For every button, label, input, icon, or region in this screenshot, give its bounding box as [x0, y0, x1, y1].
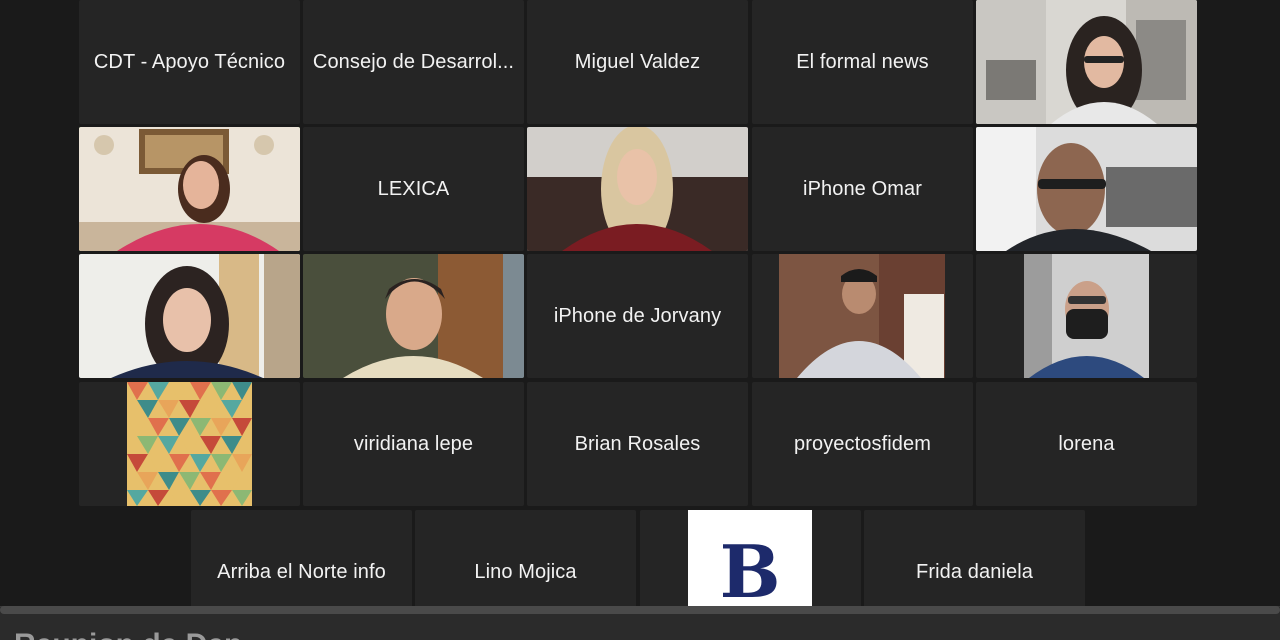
participant-video: [527, 127, 748, 251]
bottom-overlay-text: Reunion de Dep...: [14, 630, 267, 640]
participant-tile[interactable]: iPhone Omar: [752, 127, 973, 251]
participant-tile[interactable]: LEXICA: [303, 127, 524, 251]
participant-video-tile[interactable]: [976, 0, 1197, 124]
participant-name: iPhone de Jorvany: [553, 304, 722, 327]
participant-video: [976, 127, 1197, 251]
participant-tile[interactable]: CDT - Apoyo Técnico: [79, 0, 300, 124]
participant-video: [303, 254, 524, 378]
participant-name: proyectosfidem: [793, 432, 931, 455]
participant-video-tile[interactable]: [79, 382, 300, 506]
participant-name: Brian Rosales: [574, 432, 701, 455]
participant-video-tile[interactable]: [303, 254, 524, 378]
participant-name: Frida daniela: [916, 560, 1033, 583]
participant-name: El formal news: [796, 50, 929, 73]
participant-tile[interactable]: El formal news: [752, 0, 973, 124]
participant-tile[interactable]: Miguel Valdez: [527, 0, 748, 124]
participant-tile[interactable]: lorena: [976, 382, 1197, 506]
triangle-pattern-avatar: [127, 382, 252, 506]
logo-letter: B: [719, 529, 781, 614]
participant-video: [79, 254, 300, 378]
participant-video: [1024, 254, 1149, 378]
participant-tile[interactable]: Consejo de Desarrol...: [303, 0, 524, 124]
participant-tile[interactable]: viridiana lepe: [303, 382, 524, 506]
participant-video: [779, 254, 945, 378]
participant-name: lorena: [1058, 432, 1115, 455]
meeting-gallery-view: CDT - Apoyo Técnico Consejo de Desarrol.…: [0, 0, 1280, 640]
participant-video: [79, 127, 300, 251]
participant-name: Miguel Valdez: [574, 50, 701, 73]
participant-video-tile[interactable]: [976, 127, 1197, 251]
bottom-overlay-strip: [0, 606, 1280, 614]
participant-name: Arriba el Norte info: [217, 560, 386, 583]
participant-video-tile[interactable]: [976, 254, 1197, 378]
participant-name: viridiana lepe: [353, 432, 474, 455]
participant-name: LEXICA: [377, 177, 450, 200]
participant-tile[interactable]: proyectosfidem: [752, 382, 973, 506]
participant-video: [976, 0, 1197, 124]
participant-video-tile[interactable]: [79, 254, 300, 378]
participant-name: iPhone Omar: [803, 177, 922, 200]
participant-video-tile-active-speaker[interactable]: [79, 127, 300, 251]
participant-name: CDT - Apoyo Técnico: [93, 50, 286, 73]
participant-name: Lino Mojica: [474, 560, 577, 583]
participant-tile[interactable]: iPhone de Jorvany: [527, 254, 748, 378]
participant-video-tile[interactable]: [527, 127, 748, 251]
participant-tile[interactable]: Brian Rosales: [527, 382, 748, 506]
participant-name: Consejo de Desarrol...: [312, 50, 515, 73]
participant-video-tile[interactable]: [752, 254, 973, 378]
